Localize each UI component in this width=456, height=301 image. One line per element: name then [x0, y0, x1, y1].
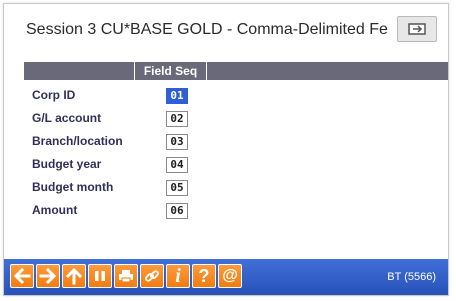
- field-label: Budget year: [32, 157, 102, 171]
- seq-input-budget-month[interactable]: 05: [166, 180, 188, 196]
- back-button[interactable]: [10, 264, 34, 288]
- seq-input-amount[interactable]: 06: [166, 203, 188, 219]
- seq-input-corp-id[interactable]: 01: [166, 88, 188, 104]
- up-button[interactable]: [62, 264, 86, 288]
- print-icon: [119, 270, 133, 283]
- session-window: Session 3 CU*BASE GOLD - Comma-Delimited…: [3, 3, 449, 296]
- up-arrow-icon: [66, 267, 82, 285]
- window-title: Session 3 CU*BASE GOLD - Comma-Delimited…: [26, 21, 388, 38]
- field-label: Budget month: [32, 180, 114, 194]
- field-label: G/L account: [32, 111, 102, 125]
- back-arrow-icon: [13, 268, 31, 284]
- field-seq-column-header: Field Seq: [135, 62, 207, 80]
- footer-toolbar: i ? @ BT (5566): [4, 259, 448, 295]
- forward-button[interactable]: [36, 264, 60, 288]
- link-button[interactable]: [140, 264, 164, 288]
- info-icon: i: [175, 265, 181, 287]
- pause-button[interactable]: [88, 264, 112, 288]
- info-button[interactable]: i: [166, 264, 190, 288]
- pause-icon: [95, 271, 105, 281]
- grid-header: Field Seq: [24, 62, 448, 80]
- email-button[interactable]: @: [218, 264, 242, 288]
- help-icon: ?: [198, 266, 210, 286]
- link-icon: [145, 270, 159, 282]
- exit-button[interactable]: [397, 16, 437, 42]
- seq-input-budget-year[interactable]: 04: [166, 157, 188, 173]
- field-label: Corp ID: [32, 88, 76, 102]
- seq-input-gl-account[interactable]: 02: [166, 111, 188, 127]
- field-label: Branch/location: [32, 134, 123, 148]
- seq-input-branch-location[interactable]: 03: [166, 134, 188, 150]
- title-bar: Session 3 CU*BASE GOLD - Comma-Delimited…: [4, 4, 448, 48]
- email-icon: @: [222, 267, 238, 284]
- field-label: Amount: [32, 203, 78, 217]
- forward-arrow-icon: [39, 268, 57, 284]
- help-button[interactable]: ?: [192, 264, 216, 288]
- screen-code: BT (5566): [387, 271, 436, 283]
- print-button[interactable]: [114, 264, 138, 288]
- exit-icon: [408, 23, 426, 35]
- label-column-header: [24, 62, 135, 80]
